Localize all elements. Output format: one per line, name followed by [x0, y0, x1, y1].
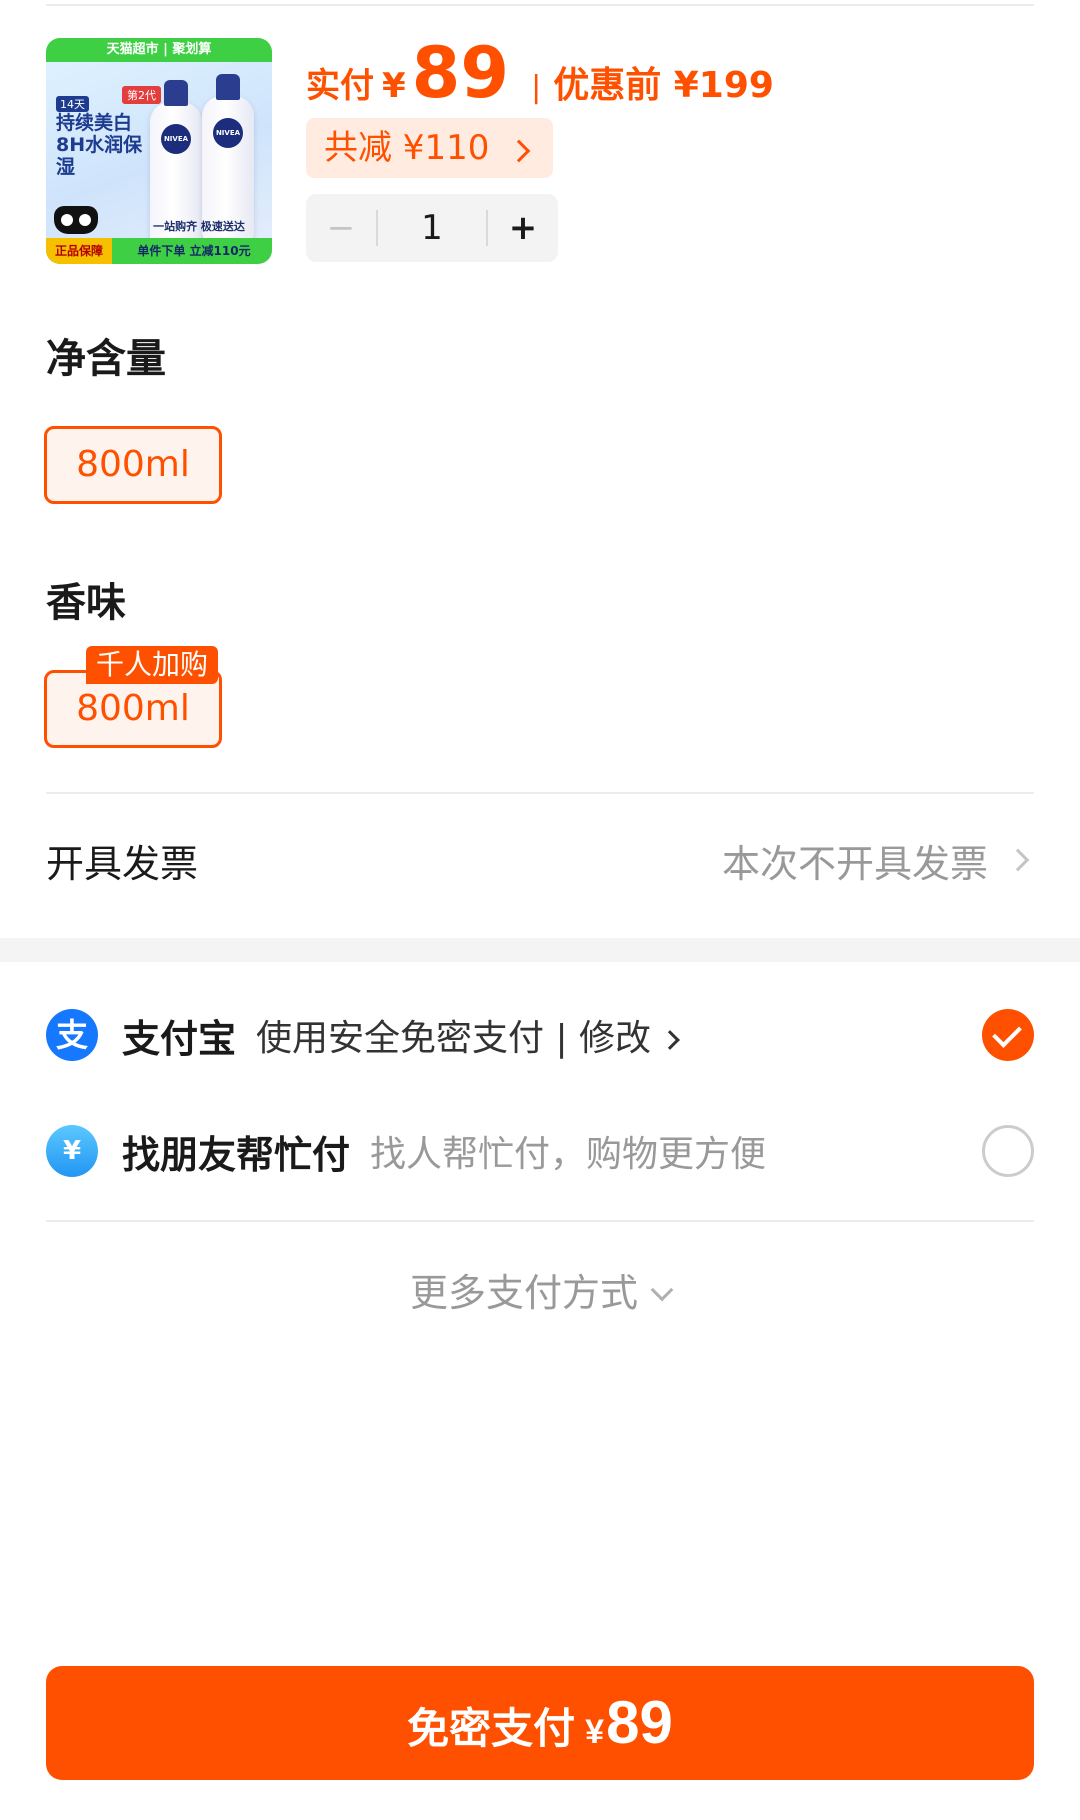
- payment-method-description: 找人帮忙付，购物更方便: [370, 1134, 767, 1175]
- product-image-guarantee: 正品保障: [46, 238, 112, 264]
- invoice-value: 本次不开具发票: [722, 833, 1034, 888]
- checkout-sheet: 天猫超市 | 聚划算 14天 第2代 持续美白 8H水润保湿 NIVEA NIV…: [0, 0, 1080, 1820]
- alipay-icon: 支: [46, 1009, 98, 1061]
- payment-method-description[interactable]: 使用安全免密支付 | 修改: [256, 1009, 680, 1061]
- selected-radio-check-icon[interactable]: [982, 1009, 1034, 1061]
- chevron-right-icon: [660, 1030, 680, 1050]
- product-image-promo-line-2: 单件下单 立减110元: [137, 244, 251, 258]
- decrease-quantity-button[interactable]: −: [306, 208, 376, 248]
- spec-title-scent: 香味: [46, 580, 126, 626]
- product-image-claim: 持续美白 8H水润保湿: [56, 112, 143, 178]
- chevron-down-icon: [650, 1278, 674, 1302]
- price-amount: 89: [411, 32, 510, 114]
- product-image-generation-badge: 第2代: [122, 86, 161, 104]
- quantity-input[interactable]: 1: [376, 210, 488, 246]
- product-image[interactable]: 天猫超市 | 聚划算 14天 第2代 持续美白 8H水润保湿 NIVEA NIV…: [46, 38, 272, 264]
- payment-method-name: 找朋友帮忙付: [122, 1132, 351, 1177]
- price-separator: |: [531, 70, 542, 105]
- submit-payment-button[interactable]: 免密支付 ¥ 89: [46, 1666, 1034, 1780]
- payment-method-name: 支付宝: [122, 1016, 237, 1061]
- more-payment-methods-label: 更多支付方式: [409, 1271, 638, 1315]
- spec-option-net-content-800ml[interactable]: 800ml: [44, 426, 222, 504]
- top-divider: [46, 4, 1034, 6]
- saving-text: 共减 ¥110: [324, 128, 490, 168]
- price-currency: ¥: [382, 66, 406, 106]
- payment-method-friend-pay[interactable]: ¥ 找朋友帮忙付 找人帮忙付，购物更方便: [46, 1106, 1034, 1196]
- chevron-right-icon: [1006, 848, 1030, 872]
- submit-currency: ¥: [585, 1713, 605, 1751]
- submit-amount: 89: [606, 1689, 673, 1756]
- price-line: 实付 ¥ 89 | 优惠前 ¥199: [306, 32, 774, 114]
- unselected-radio[interactable]: [982, 1125, 1034, 1177]
- product-image-promo-line-1: 一站购齐 极速送达: [153, 220, 245, 233]
- original-price: 优惠前 ¥199: [553, 65, 774, 106]
- increase-quantity-button[interactable]: +: [488, 208, 558, 248]
- invoice-label: 开具发票: [46, 841, 199, 886]
- price-label: 实付: [306, 66, 374, 106]
- spec-title-net-content: 净含量: [46, 336, 166, 382]
- more-payment-methods-button[interactable]: 更多支付方式: [0, 1262, 1080, 1317]
- friend-pay-icon: ¥: [46, 1125, 98, 1177]
- invoice-row[interactable]: 开具发票 本次不开具发票: [46, 820, 1034, 900]
- payment-method-description-text: 使用安全免密支付 | 修改: [256, 1018, 652, 1059]
- payment-method-alipay[interactable]: 支 支付宝 使用安全免密支付 | 修改: [46, 990, 1034, 1080]
- popular-badge: 千人加购: [86, 646, 219, 684]
- chevron-right-icon: [508, 139, 531, 163]
- section-gap: [0, 938, 1080, 962]
- submit-label: 免密支付: [407, 1705, 576, 1752]
- tmall-cat-icon: [54, 206, 98, 234]
- invoice-value-text: 本次不开具发票: [721, 841, 988, 886]
- product-image-days-badge: 14天: [56, 96, 89, 112]
- saving-detail-button[interactable]: 共减 ¥110: [306, 118, 554, 178]
- section-divider: [46, 792, 1034, 794]
- section-divider: [46, 1220, 1034, 1222]
- quantity-stepper: − 1 +: [306, 194, 558, 262]
- product-image-top-band: 天猫超市 | 聚划算: [46, 38, 272, 62]
